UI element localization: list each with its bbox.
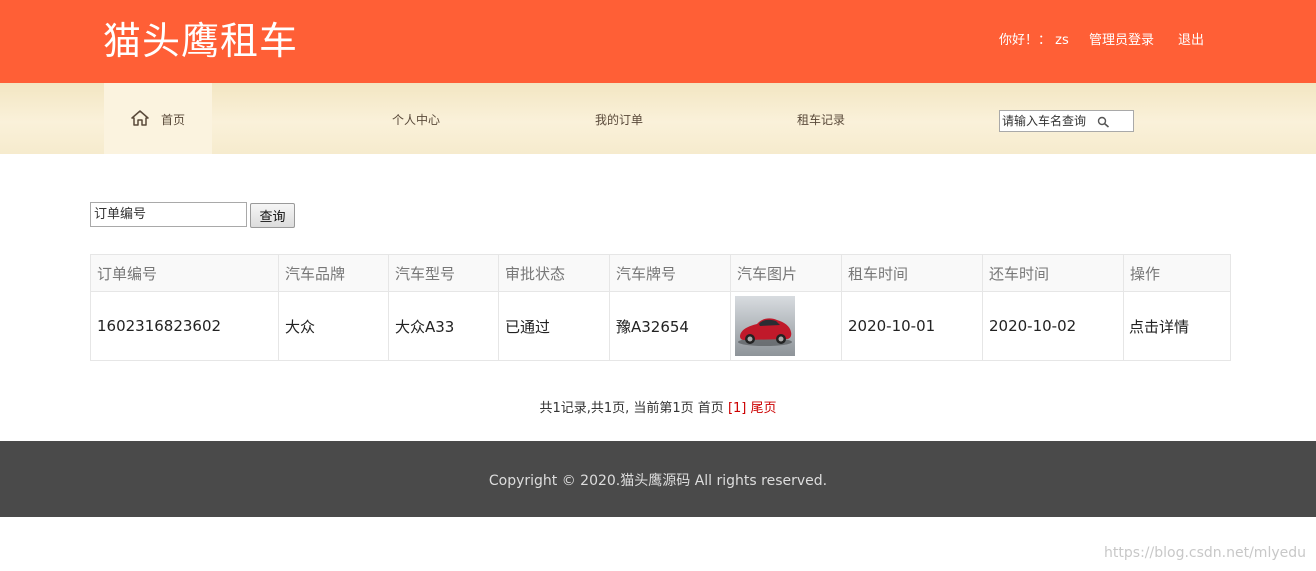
top-links: 你好！： zs 管理员登录 退出 (0, 29, 1316, 48)
cell-plate: 豫A32654 (609, 291, 731, 361)
cell-model: 大众A33 (388, 291, 499, 361)
watermark-text: https://blog.csdn.net/mlyedu (1104, 545, 1306, 561)
car-search-box (999, 110, 1134, 132)
main-nav: 首页 个人中心 我的订单 租车记录 (0, 83, 1316, 154)
cell-status: 已通过 (498, 291, 610, 361)
copyright-text: Copyright © 2020.猫头鹰源码 All rights reserv… (488, 473, 828, 489)
pagination-current-page[interactable]: [1] (728, 401, 746, 416)
pagination-last-page[interactable]: 尾页 (751, 401, 777, 416)
car-search-input[interactable] (1002, 113, 1102, 129)
admin-login-link[interactable]: 管理员登录 (1089, 29, 1154, 48)
query-button[interactable]: 查询 (250, 203, 295, 228)
cell-image (730, 291, 842, 361)
header: 猫头鹰租车 你好！： zs 管理员登录 退出 (0, 0, 1316, 83)
cell-brand: 大众 (278, 291, 389, 361)
col-header-image: 汽车图片 (730, 254, 842, 292)
home-icon (131, 110, 149, 126)
logout-link[interactable]: 退出 (1178, 29, 1204, 48)
search-icon[interactable] (1097, 116, 1110, 128)
col-header-brand: 汽车品牌 (278, 254, 389, 292)
cell-return-date: 2020-10-02 (982, 291, 1124, 361)
pagination: 共1记录,共1页, 当前第1页 首页 [1] 尾页 (0, 397, 1316, 416)
cell-action-details-link[interactable]: 点击详情 (1123, 291, 1231, 361)
col-header-plate: 汽车牌号 (609, 254, 731, 292)
nav-item-my-orders[interactable]: 我的订单 (595, 111, 643, 128)
nav-item-personal-center[interactable]: 个人中心 (392, 111, 440, 128)
footer: Copyright © 2020.猫头鹰源码 All rights reserv… (0, 441, 1316, 517)
col-header-return-date: 还车时间 (982, 254, 1124, 292)
table-row: 1602316823602 大众 大众A33 已通过 豫A32654 2020-… (90, 291, 1231, 361)
nav-item-home[interactable]: 首页 (104, 83, 212, 154)
nav-item-rental-records[interactable]: 租车记录 (797, 111, 845, 128)
cell-rent-date: 2020-10-01 (841, 291, 983, 361)
order-number-input[interactable] (90, 202, 247, 227)
col-header-order-no: 订单编号 (90, 254, 279, 292)
col-header-rent-date: 租车时间 (841, 254, 983, 292)
col-header-status: 审批状态 (498, 254, 610, 292)
orders-table: 订单编号 汽车品牌 汽车型号 审批状态 汽车牌号 汽车图片 租车时间 还车时间 … (90, 254, 1231, 361)
cell-order-no: 1602316823602 (90, 291, 279, 361)
col-header-action: 操作 (1123, 254, 1231, 292)
car-thumbnail-image (735, 296, 795, 356)
greeting-text: 你好！： zs (999, 33, 1069, 48)
col-header-model: 汽车型号 (388, 254, 499, 292)
table-header-row: 订单编号 汽车品牌 汽车型号 审批状态 汽车牌号 汽车图片 租车时间 还车时间 … (90, 254, 1231, 292)
nav-label-home: 首页 (161, 113, 186, 127)
pagination-summary: 共1记录,共1页, 当前第1页 首页 (539, 401, 724, 416)
